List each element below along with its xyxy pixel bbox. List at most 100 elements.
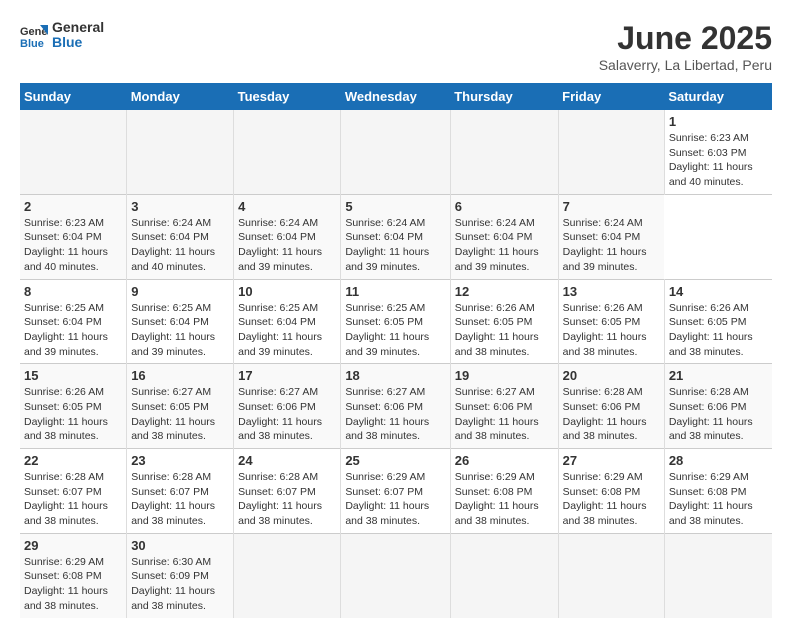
day-info: Sunrise: 6:29 AM Sunset: 6:08 PM Dayligh…	[24, 555, 122, 614]
logo: General Blue General Blue	[20, 20, 104, 51]
day-info: Sunrise: 6:28 AM Sunset: 6:06 PM Dayligh…	[563, 385, 660, 444]
empty-cell	[341, 533, 450, 617]
calendar-week-2: 2 Sunrise: 6:23 AM Sunset: 6:04 PM Daylig…	[20, 194, 772, 279]
page-header: General Blue General Blue June 2025 Sala…	[20, 20, 772, 73]
day-info: Sunrise: 6:24 AM Sunset: 6:04 PM Dayligh…	[455, 216, 554, 275]
day-info: Sunrise: 6:25 AM Sunset: 6:05 PM Dayligh…	[345, 301, 445, 360]
day-cell-1: 1Sunrise: 6:23 AM Sunset: 6:03 PM Daylig…	[664, 110, 772, 194]
day-cell-28: 28 Sunrise: 6:29 AM Sunset: 6:08 PM Dayli…	[664, 449, 772, 534]
header-sunday: Sunday	[20, 83, 127, 110]
day-cell-16: 16Sunrise: 6:27 AM Sunset: 6:05 PM Dayli…	[127, 364, 234, 449]
day-cell-17: 17 Sunrise: 6:27 AM Sunset: 6:06 PM Dayli…	[234, 364, 341, 449]
day-number: 17	[238, 368, 336, 383]
empty-cell	[20, 110, 127, 194]
day-number: 11	[345, 284, 445, 299]
day-info: Sunrise: 6:26 AM Sunset: 6:05 PM Dayligh…	[455, 301, 554, 360]
calendar-week-4: 15Sunrise: 6:26 AM Sunset: 6:05 PM Dayli…	[20, 364, 772, 449]
day-info: Sunrise: 6:29 AM Sunset: 6:08 PM Dayligh…	[669, 470, 768, 529]
day-cell-5: 5 Sunrise: 6:24 AM Sunset: 6:04 PM Daylig…	[341, 194, 450, 279]
day-info: Sunrise: 6:24 AM Sunset: 6:04 PM Dayligh…	[563, 216, 661, 275]
day-number: 6	[455, 199, 554, 214]
day-number: 7	[563, 199, 661, 214]
day-number: 21	[669, 368, 768, 383]
header-wednesday: Wednesday	[341, 83, 450, 110]
day-cell-6: 6 Sunrise: 6:24 AM Sunset: 6:04 PM Daylig…	[450, 194, 558, 279]
day-info: Sunrise: 6:28 AM Sunset: 6:07 PM Dayligh…	[238, 470, 336, 529]
empty-cell	[341, 110, 450, 194]
day-cell-19: 19Sunrise: 6:27 AM Sunset: 6:06 PM Dayli…	[450, 364, 558, 449]
header-saturday: Saturday	[664, 83, 772, 110]
day-cell-13: 13 Sunrise: 6:26 AM Sunset: 6:05 PM Dayli…	[558, 279, 664, 364]
day-info: Sunrise: 6:28 AM Sunset: 6:07 PM Dayligh…	[131, 470, 229, 529]
day-number: 30	[131, 538, 229, 553]
day-number: 9	[131, 284, 229, 299]
day-info: Sunrise: 6:27 AM Sunset: 6:05 PM Dayligh…	[131, 385, 229, 444]
empty-cell	[234, 110, 341, 194]
header-friday: Friday	[558, 83, 664, 110]
day-cell-30: 30 Sunrise: 6:30 AM Sunset: 6:09 PM Dayli…	[127, 533, 234, 617]
header-thursday: Thursday	[450, 83, 558, 110]
day-cell-8: 8 Sunrise: 6:25 AM Sunset: 6:04 PM Daylig…	[20, 279, 127, 364]
day-info: Sunrise: 6:27 AM Sunset: 6:06 PM Dayligh…	[238, 385, 336, 444]
day-number: 3	[131, 199, 229, 214]
calendar-week-3: 8 Sunrise: 6:25 AM Sunset: 6:04 PM Daylig…	[20, 279, 772, 364]
day-number: 27	[563, 453, 660, 468]
empty-cell	[234, 533, 341, 617]
day-info: Sunrise: 6:25 AM Sunset: 6:04 PM Dayligh…	[24, 301, 122, 360]
calendar-week-5: 22 Sunrise: 6:28 AM Sunset: 6:07 PM Dayli…	[20, 449, 772, 534]
day-info: Sunrise: 6:24 AM Sunset: 6:04 PM Dayligh…	[238, 216, 336, 275]
day-cell-4: 4Sunrise: 6:24 AM Sunset: 6:04 PM Daylig…	[234, 194, 341, 279]
day-number: 22	[24, 453, 122, 468]
day-number: 26	[455, 453, 554, 468]
day-cell-26: 26 Sunrise: 6:29 AM Sunset: 6:08 PM Dayli…	[450, 449, 558, 534]
day-cell-20: 20 Sunrise: 6:28 AM Sunset: 6:06 PM Dayli…	[558, 364, 664, 449]
day-number: 8	[24, 284, 122, 299]
day-info: Sunrise: 6:23 AM Sunset: 6:04 PM Dayligh…	[24, 216, 122, 275]
empty-cell	[450, 533, 558, 617]
header-tuesday: Tuesday	[234, 83, 341, 110]
day-cell-18: 18Sunrise: 6:27 AM Sunset: 6:06 PM Dayli…	[341, 364, 450, 449]
day-info: Sunrise: 6:27 AM Sunset: 6:06 PM Dayligh…	[455, 385, 554, 444]
day-info: Sunrise: 6:29 AM Sunset: 6:08 PM Dayligh…	[563, 470, 660, 529]
day-info: Sunrise: 6:30 AM Sunset: 6:09 PM Dayligh…	[131, 555, 229, 614]
empty-cell	[558, 533, 664, 617]
day-info: Sunrise: 6:28 AM Sunset: 6:07 PM Dayligh…	[24, 470, 122, 529]
day-info: Sunrise: 6:29 AM Sunset: 6:08 PM Dayligh…	[455, 470, 554, 529]
day-number: 25	[345, 453, 445, 468]
header-monday: Monday	[127, 83, 234, 110]
day-number: 23	[131, 453, 229, 468]
logo-text-general: General	[52, 20, 104, 35]
day-number: 2	[24, 199, 122, 214]
logo-icon: General Blue	[20, 21, 48, 49]
day-info: Sunrise: 6:24 AM Sunset: 6:04 PM Dayligh…	[131, 216, 229, 275]
day-cell-14: 14Sunrise: 6:26 AM Sunset: 6:05 PM Dayli…	[664, 279, 772, 364]
logo-text-blue: Blue	[52, 35, 104, 50]
day-info: Sunrise: 6:28 AM Sunset: 6:06 PM Dayligh…	[669, 385, 768, 444]
day-cell-25: 25 Sunrise: 6:29 AM Sunset: 6:07 PM Dayli…	[341, 449, 450, 534]
empty-cell	[664, 533, 772, 617]
day-number: 20	[563, 368, 660, 383]
day-info: Sunrise: 6:29 AM Sunset: 6:07 PM Dayligh…	[345, 470, 445, 529]
calendar-header: SundayMondayTuesdayWednesdayThursdayFrid…	[20, 83, 772, 110]
empty-cell	[558, 110, 664, 194]
svg-text:Blue: Blue	[20, 38, 44, 49]
day-cell-22: 22 Sunrise: 6:28 AM Sunset: 6:07 PM Dayli…	[20, 449, 127, 534]
day-cell-27: 27 Sunrise: 6:29 AM Sunset: 6:08 PM Dayli…	[558, 449, 664, 534]
day-number: 15	[24, 368, 122, 383]
day-info: Sunrise: 6:26 AM Sunset: 6:05 PM Dayligh…	[563, 301, 660, 360]
day-number: 29	[24, 538, 122, 553]
day-number: 13	[563, 284, 660, 299]
day-number: 12	[455, 284, 554, 299]
day-number: 5	[345, 199, 445, 214]
day-cell-23: 23 Sunrise: 6:28 AM Sunset: 6:07 PM Dayli…	[127, 449, 234, 534]
day-info: Sunrise: 6:27 AM Sunset: 6:06 PM Dayligh…	[345, 385, 445, 444]
day-cell-12: 12 Sunrise: 6:26 AM Sunset: 6:05 PM Dayli…	[450, 279, 558, 364]
day-info: Sunrise: 6:25 AM Sunset: 6:04 PM Dayligh…	[238, 301, 336, 360]
day-number: 24	[238, 453, 336, 468]
day-info: Sunrise: 6:24 AM Sunset: 6:04 PM Dayligh…	[345, 216, 445, 275]
empty-cell	[450, 110, 558, 194]
calendar-table: SundayMondayTuesdayWednesdayThursdayFrid…	[20, 83, 772, 618]
day-info: Sunrise: 6:26 AM Sunset: 6:05 PM Dayligh…	[669, 301, 768, 360]
day-cell-7: 7 Sunrise: 6:24 AM Sunset: 6:04 PM Daylig…	[558, 194, 664, 279]
day-number: 28	[669, 453, 768, 468]
